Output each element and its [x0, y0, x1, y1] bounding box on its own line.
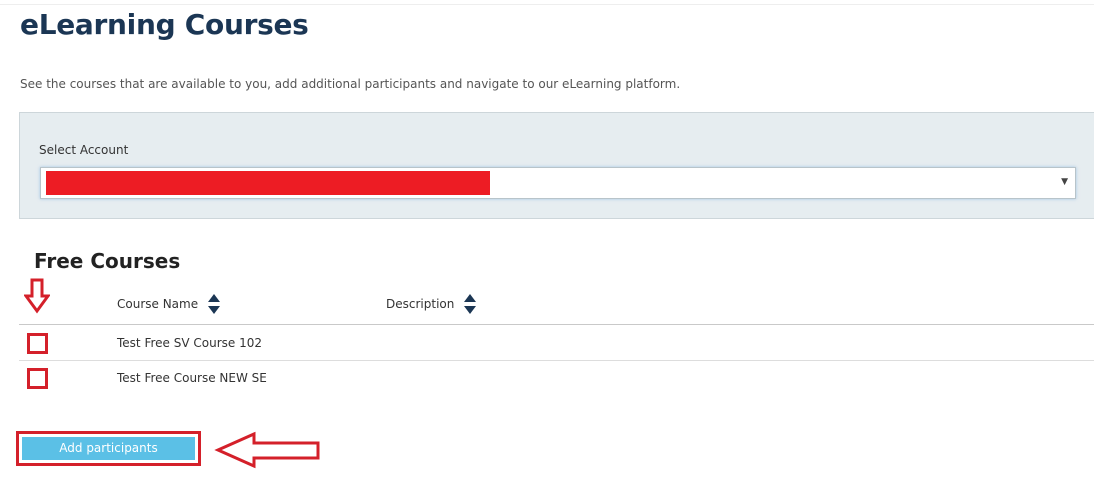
column-header-course-name[interactable]: Course Name	[117, 293, 221, 315]
sort-icon	[208, 294, 221, 314]
account-label: Select Account	[39, 143, 129, 157]
page-title: eLearning Courses	[20, 8, 309, 41]
down-arrow-annotation-icon	[24, 278, 50, 314]
column-header-description[interactable]: Description	[386, 293, 477, 315]
top-divider	[0, 4, 1094, 5]
course-checkbox[interactable]	[27, 333, 48, 354]
add-participants-button[interactable]: Add participants	[22, 437, 195, 460]
add-participants-highlight: Add participants	[16, 431, 201, 466]
table-header-divider	[19, 324, 1094, 325]
dropdown-arrow-icon: ▼	[1061, 177, 1068, 187]
account-select[interactable]: ▼	[40, 167, 1076, 199]
left-arrow-annotation-icon	[214, 431, 320, 469]
column-header-label: Description	[386, 297, 455, 311]
course-checkbox[interactable]	[27, 368, 48, 389]
course-name: Test Free SV Course 102	[117, 336, 262, 350]
row-divider	[19, 360, 1094, 361]
column-header-label: Course Name	[117, 297, 199, 311]
page-intro: See the courses that are available to yo…	[20, 77, 681, 91]
free-courses-title: Free Courses	[34, 249, 181, 273]
course-name: Test Free Course NEW SE	[117, 371, 267, 385]
redaction-block	[46, 171, 490, 195]
account-panel: Select Account ▼	[19, 112, 1094, 219]
sort-icon	[464, 294, 477, 314]
